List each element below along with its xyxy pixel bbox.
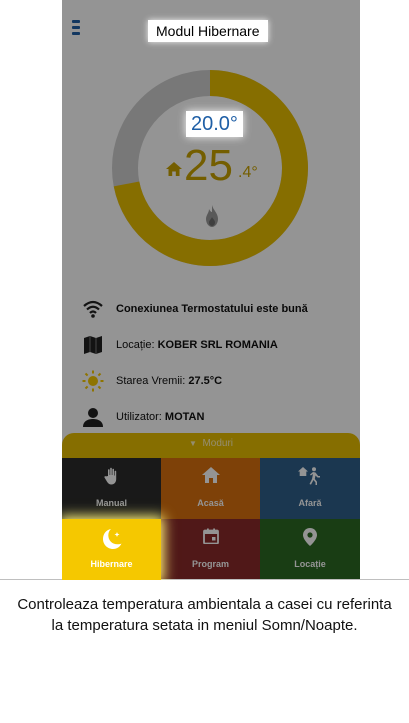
current-temp-decimal: .4° bbox=[238, 164, 258, 181]
mode-manual-tile[interactable]: Manual bbox=[62, 458, 161, 519]
mode-locatie-tile[interactable]: Locație bbox=[260, 519, 360, 580]
mode-program-tile[interactable]: Program bbox=[161, 519, 260, 580]
mode-acasa-label: Acasă bbox=[197, 498, 224, 508]
triangle-down-icon: ▼ bbox=[188, 439, 197, 448]
location-value: KOBER SRL ROMANIA bbox=[157, 339, 278, 351]
user-icon bbox=[83, 408, 103, 427]
calendar-icon bbox=[202, 528, 219, 545]
map-icon bbox=[84, 336, 102, 354]
hand-icon bbox=[103, 467, 116, 485]
wifi-icon bbox=[83, 300, 103, 318]
modes-toggle-bar[interactable]: ▼ Moduri bbox=[62, 433, 360, 458]
setpoint-temperature[interactable]: 20.0° bbox=[186, 111, 243, 137]
mode-acasa-tile[interactable]: Acasă bbox=[161, 458, 260, 519]
mode-hibernare-label: Hibernare bbox=[90, 559, 133, 569]
mode-hibernare-tile[interactable]: Hibernare bbox=[62, 519, 161, 580]
modes-header-label: Moduri bbox=[202, 438, 234, 449]
location-row: Locație: KOBER SRL ROMANIA bbox=[80, 328, 342, 364]
location-pin-icon bbox=[302, 528, 317, 546]
walking-person-icon bbox=[297, 467, 320, 485]
user-value: MOTAN bbox=[164, 411, 205, 423]
connection-status-text: Conexiunea Termostatului este bună bbox=[116, 303, 308, 315]
weather-row: Starea Vremii: 27.5°C bbox=[80, 364, 342, 400]
hamburger-menu-icon[interactable] bbox=[72, 20, 82, 38]
sun-icon bbox=[82, 370, 104, 392]
moon-icon bbox=[102, 529, 121, 549]
current-temp-value: 25 bbox=[184, 141, 233, 190]
house-icon bbox=[166, 162, 182, 176]
mode-program-label: Program bbox=[191, 559, 229, 569]
flame-icon bbox=[206, 205, 218, 227]
page-title: Modul Hibernare bbox=[148, 20, 268, 42]
tutorial-caption: Controleaza temperatura ambientala a cas… bbox=[17, 596, 392, 634]
connection-status-row: Conexiunea Termostatului este bună bbox=[80, 292, 342, 328]
tutorial-page: 25 .4° Conexiunea Termostatului este bun… bbox=[0, 0, 409, 723]
mode-locatie-label: Locație bbox=[294, 559, 326, 569]
location-label: Locație: bbox=[116, 339, 158, 351]
phone-screen: 25 .4° Conexiunea Termostatului este bun… bbox=[62, 0, 360, 580]
mode-afara-label: Afară bbox=[298, 498, 322, 508]
user-label: Utilizator: bbox=[116, 411, 165, 423]
weather-label: Starea Vremii: bbox=[116, 375, 189, 387]
current-temperature: 25 .4° bbox=[164, 140, 294, 200]
weather-value: 27.5°C bbox=[188, 375, 223, 387]
modes-panel: ▼ Moduri Manual Acasă Afară Hibernare Pr… bbox=[62, 433, 360, 580]
user-row: Utilizator: MOTAN bbox=[80, 400, 342, 436]
mode-afara-tile[interactable]: Afară bbox=[260, 458, 360, 519]
mode-manual-label: Manual bbox=[95, 498, 127, 508]
house-icon bbox=[201, 467, 220, 483]
